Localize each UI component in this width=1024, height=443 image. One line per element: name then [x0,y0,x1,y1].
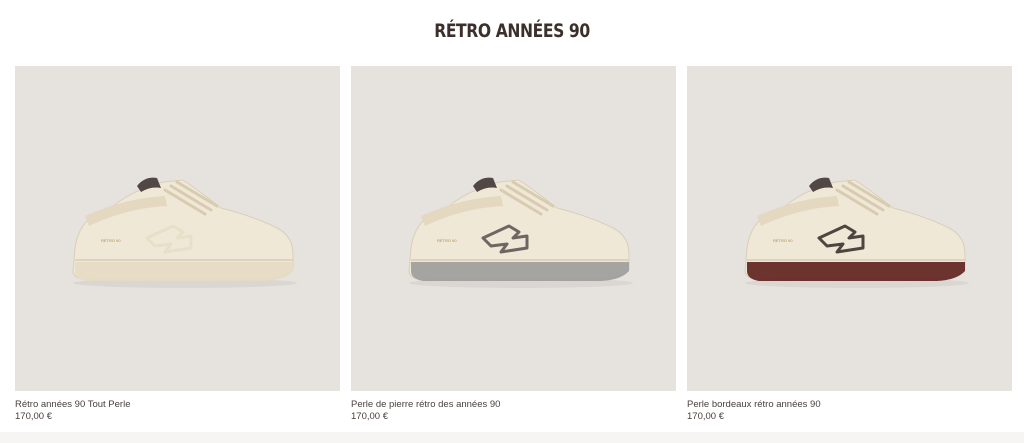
product-price: 170,00 € [15,411,52,422]
svg-text:RÉTRO 90: RÉTRO 90 [773,238,793,243]
product-price: 170,00 € [687,411,724,422]
product-card[interactable]: RÉTRO 90 Perle de pierre rétro des année… [351,66,676,422]
page-footer-strip [0,432,1024,443]
product-name[interactable]: Perle de pierre rétro des années 90 [351,399,676,411]
product-name[interactable]: Perle bordeaux rétro années 90 [687,399,1012,411]
product-name[interactable]: Rétro années 90 Tout Perle [15,399,340,411]
product-image[interactable]: RÉTRO 90 [15,66,340,391]
svg-text:RÉTRO 90: RÉTRO 90 [101,238,121,243]
sneaker-all-pearl-image: RÉTRO 90 [72,177,297,288]
product-image[interactable]: RÉTRO 90 [687,66,1012,391]
product-price: 170,00 € [351,411,388,422]
product-card[interactable]: RÉTRO 90 Perle bordeaux rétro années 90 … [687,66,1012,422]
product-card[interactable]: RÉTRO 90 Rétro années 90 Tout Perle 170,… [15,66,340,422]
sneaker-pearl-burgundy-image: RÉTRO 90 [744,177,969,288]
sneaker-pearl-stone-image: RÉTRO 90 [408,177,633,288]
product-image[interactable]: RÉTRO 90 [351,66,676,391]
svg-text:RÉTRO 90: RÉTRO 90 [437,238,457,243]
section-title: RÉTRO ANNÉES 90 [434,20,590,42]
